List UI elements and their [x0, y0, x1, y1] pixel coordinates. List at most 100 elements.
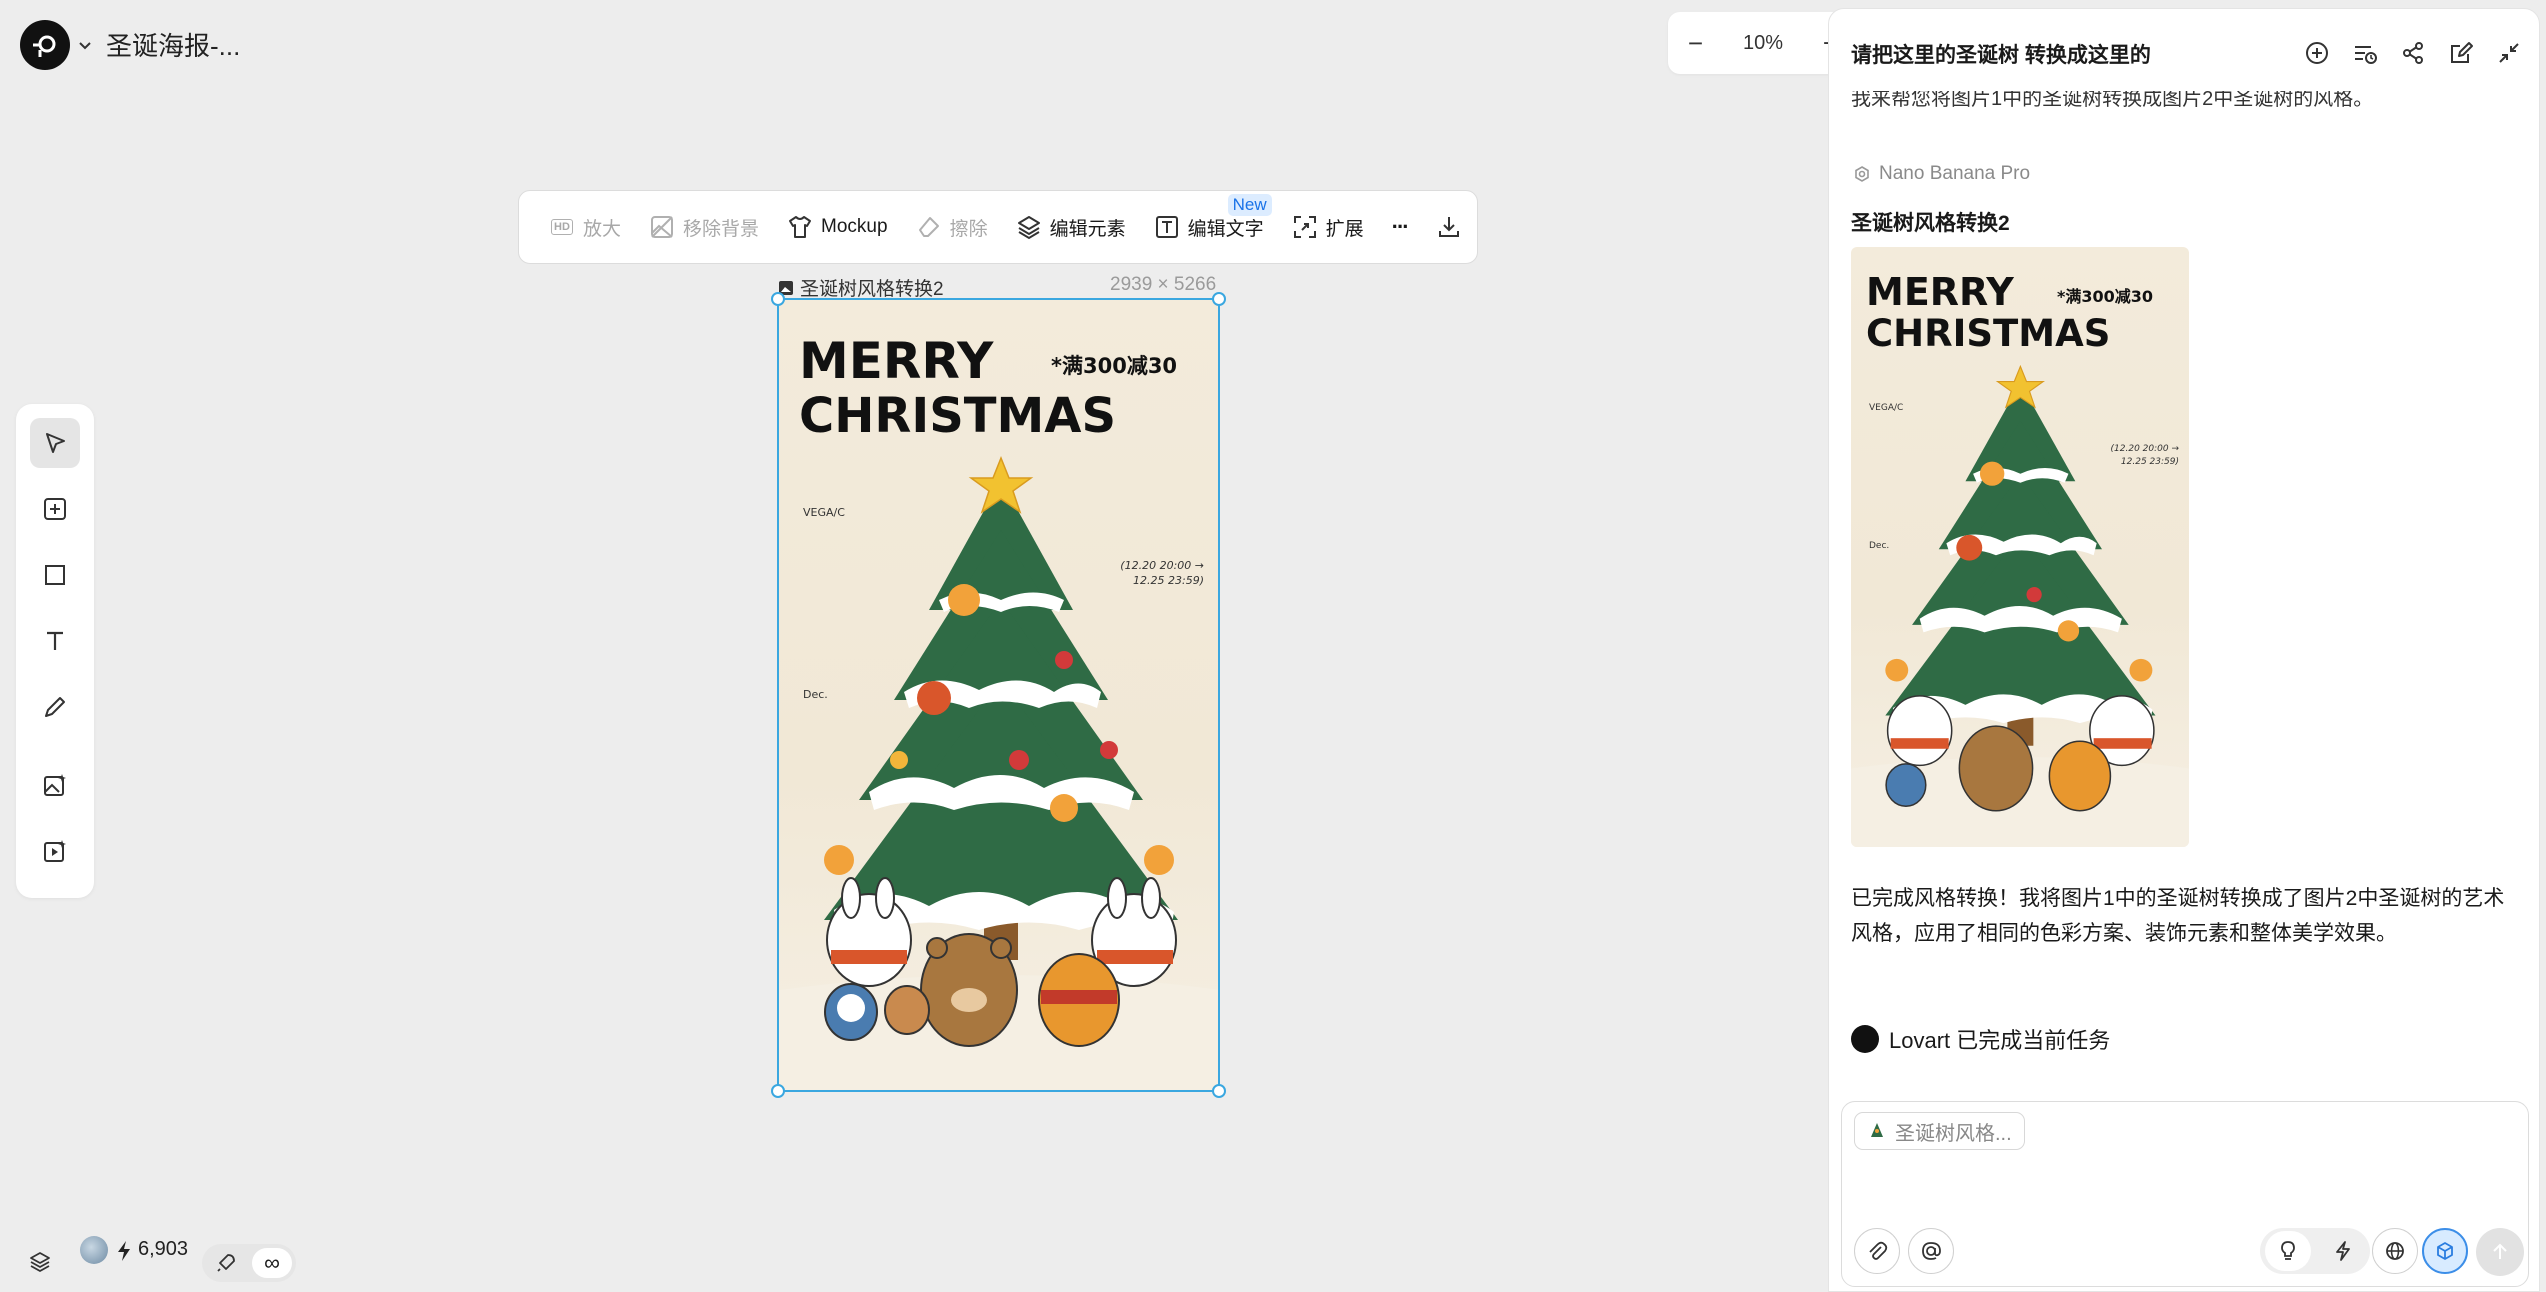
lovart-status-logo	[1851, 1025, 1879, 1053]
chat-title: 请把这里的圣诞树 转换成这里的	[1851, 44, 2151, 67]
attach-button[interactable]	[1854, 1228, 1900, 1274]
layers-icon	[1017, 216, 1040, 240]
chevron-down-icon[interactable]	[76, 36, 94, 54]
christmas-poster: MERRY CHRISTMAS *满300减30 VEGA/C Dec. (12…	[779, 300, 1218, 1090]
more-button[interactable]: ···	[1384, 214, 1416, 240]
collapse-panel-button[interactable]	[2495, 39, 2523, 67]
mention-button[interactable]	[1908, 1228, 1954, 1274]
at-icon	[1922, 1242, 1941, 1260]
download-icon	[1438, 217, 1459, 237]
zoom-level[interactable]: 10%	[1743, 32, 1783, 55]
edit-note-icon	[2451, 42, 2473, 63]
share-button[interactable]	[2399, 39, 2427, 67]
lovart-logo[interactable]	[20, 20, 70, 70]
arrow-up-icon	[2493, 1243, 2507, 1259]
expand-icon	[1293, 216, 1316, 238]
credits-count: 6,903	[138, 1238, 189, 1260]
thumb-date: (12.20 20:00 → 12.25 23:59)	[2111, 443, 2179, 468]
chat-input[interactable]: 圣诞树风格...	[1841, 1101, 2529, 1287]
cube-icon	[2437, 1242, 2453, 1260]
layers-button[interactable]	[28, 1250, 52, 1274]
edit-button[interactable]	[2447, 39, 2475, 67]
thumb-merry: MERRY	[1866, 270, 2014, 314]
poster-date-line-1: (12.20 20:00 →	[1120, 559, 1204, 572]
new-chat-button[interactable]	[2303, 39, 2331, 67]
infinity-mode-button[interactable]: ∞	[252, 1248, 292, 1278]
model-tag: Nano Banana Pro	[1853, 163, 2030, 185]
assistant-response: 已完成风格转换！我将图片1中的圣诞树转换成了图片2中圣诞树的艺术风格，应用了相同…	[1851, 887, 2505, 945]
thumb-date-line-1: (12.20 20:00 →	[2110, 444, 2179, 454]
resize-handle-bottom-left[interactable]	[771, 1084, 785, 1098]
poster-promo: *满300减30	[1051, 354, 1178, 378]
hd-badge: HD	[551, 219, 573, 235]
image-toolbar: HD 放大 移除背景 Mockup 擦除 编辑元素 编辑文字 New 扩展 ··…	[518, 190, 1478, 264]
pen-tool[interactable]	[30, 682, 80, 732]
more-icon: ···	[1391, 214, 1410, 239]
upscale-label: 放大	[583, 218, 622, 240]
thumb-date-line-2: 12.25 23:59)	[2120, 456, 2179, 467]
image-name: 圣诞树风格转换2	[800, 279, 944, 300]
poster-date: (12.20 20:00 → 12.25 23:59)	[1120, 558, 1204, 589]
edit-elements-button[interactable]: 编辑元素	[1008, 214, 1134, 241]
mode-switch	[2260, 1228, 2370, 1274]
tool-palette	[16, 404, 94, 898]
download-button[interactable]	[1428, 214, 1470, 240]
rocket-icon	[217, 1254, 235, 1272]
project-title[interactable]: 圣诞海报-...	[106, 26, 240, 63]
idea-mode-button[interactable]	[2264, 1231, 2311, 1271]
eraser-icon	[918, 217, 939, 237]
collapse-icon	[2499, 43, 2519, 63]
plus-square-icon	[44, 498, 66, 520]
poster-month: Dec.	[803, 688, 828, 701]
mockup-button[interactable]: Mockup	[779, 214, 896, 240]
add-tool[interactable]	[30, 484, 80, 534]
tshirt-icon	[789, 216, 812, 238]
square-icon	[45, 565, 65, 585]
result-thumbnail[interactable]: MERRY CHRISTMAS *满300减30 VEGA/C Dec. (12…	[1851, 247, 2189, 847]
resize-handle-top-right[interactable]	[1212, 292, 1226, 306]
result-title: 圣诞树风格转换2	[1851, 212, 2010, 235]
lightbulb-icon	[2280, 1241, 2295, 1260]
web-search-button[interactable]	[2372, 1228, 2418, 1274]
model-name: Nano Banana Pro	[1879, 163, 2031, 184]
expand-button[interactable]: 扩展	[1284, 214, 1372, 241]
edit-text-button[interactable]: 编辑文字 New	[1146, 193, 1272, 241]
model-select-button[interactable]	[2422, 1228, 2468, 1274]
history-button[interactable]	[2351, 39, 2379, 67]
edit-elements-label: 编辑元素	[1049, 218, 1126, 240]
user-avatar[interactable]	[80, 1236, 108, 1264]
poster-brand: VEGA/C	[803, 506, 845, 519]
share-icon	[2403, 42, 2423, 64]
image-sparkle-icon	[44, 774, 66, 796]
attached-image-chip[interactable]: 圣诞树风格...	[1854, 1112, 2025, 1150]
text-tool[interactable]	[30, 616, 80, 666]
select-tool[interactable]	[30, 418, 80, 468]
hd-icon: HD	[549, 214, 575, 240]
thumb-christmas: CHRISTMAS	[1866, 312, 2111, 355]
video-generator-tool[interactable]	[30, 826, 80, 876]
erase-button[interactable]: 擦除	[908, 214, 996, 241]
image-name-label[interactable]: 圣诞树风格转换2	[778, 274, 944, 301]
upscale-button[interactable]: HD 放大	[541, 214, 629, 241]
layers-stack-icon	[30, 1252, 50, 1273]
globe-icon	[2386, 1242, 2404, 1260]
pencil-icon	[45, 697, 65, 717]
previous-message: 我来帮您将图片1中的圣诞树转换成图片2中圣诞树的风格。	[1851, 91, 2374, 107]
history-icon	[2355, 46, 2377, 64]
infinity-icon: ∞	[264, 1250, 280, 1275]
erase-label: 擦除	[949, 218, 988, 240]
text-icon	[47, 631, 63, 650]
thumb-brand: VEGA/C	[1869, 403, 1904, 413]
new-badge: New	[1227, 193, 1272, 216]
frame-tool[interactable]	[30, 550, 80, 600]
fast-mode-button[interactable]	[2320, 1231, 2366, 1271]
send-button[interactable]	[2476, 1228, 2524, 1276]
rocket-mode-button[interactable]	[206, 1248, 246, 1278]
remove-background-button[interactable]: 移除背景	[641, 214, 767, 241]
zoom-out-button[interactable]: −	[1688, 28, 1703, 59]
image-dimensions: 2939 × 5266	[1110, 274, 1217, 295]
selected-image[interactable]: MERRY CHRISTMAS *满300减30 VEGA/C Dec. (12…	[771, 292, 1226, 1098]
image-generator-tool[interactable]	[30, 760, 80, 810]
resize-handle-top-left[interactable]	[771, 292, 785, 306]
resize-handle-bottom-right[interactable]	[1212, 1084, 1226, 1098]
